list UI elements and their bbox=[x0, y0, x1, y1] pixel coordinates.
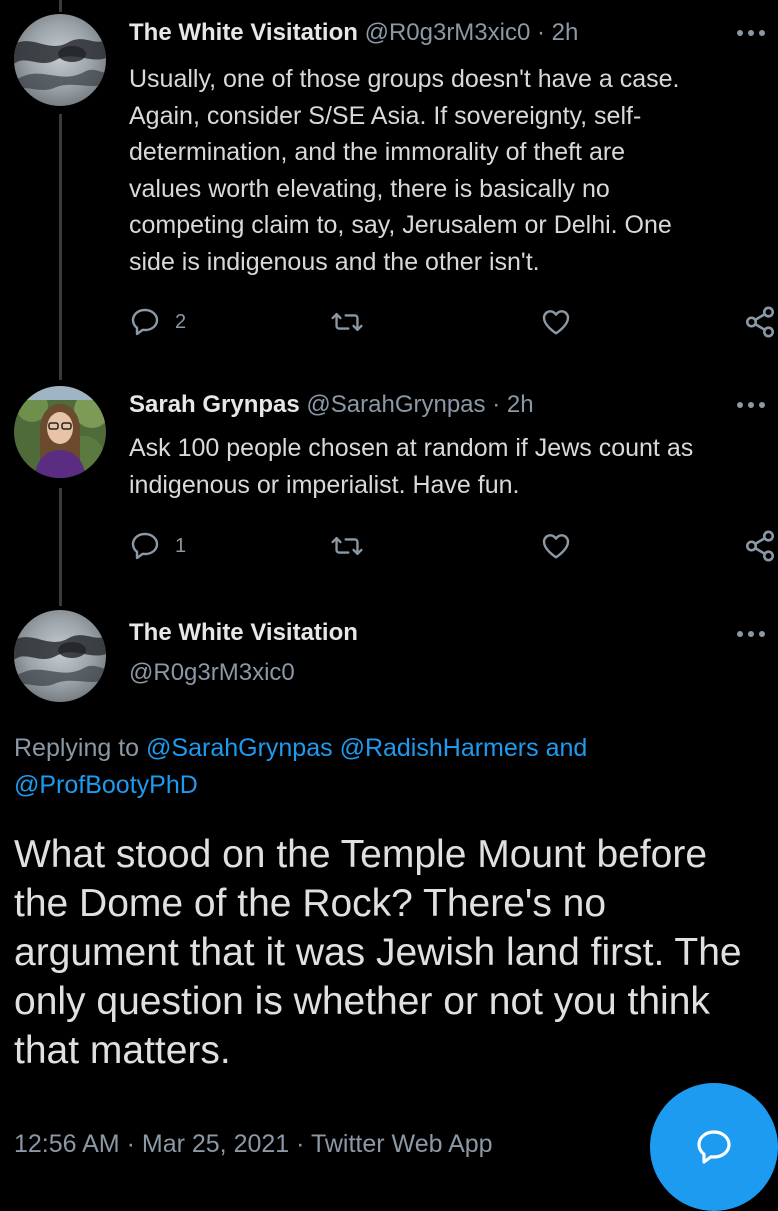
separator: · bbox=[296, 1130, 305, 1158]
retweet-button[interactable] bbox=[330, 302, 364, 342]
tweet-actions: 2 bbox=[129, 302, 778, 342]
retweet-icon bbox=[331, 536, 363, 556]
share-button[interactable] bbox=[743, 302, 777, 342]
tweet-header: The White Visitation @R0g3rM3xic0 · 2h bbox=[129, 18, 578, 48]
reply-icon bbox=[131, 308, 159, 336]
ellipsis-icon bbox=[737, 631, 765, 637]
tweet-time[interactable]: 12:56 AM bbox=[14, 1130, 120, 1158]
ellipsis-icon bbox=[737, 402, 765, 408]
tweet-text: Usually, one of those groups doesn't hav… bbox=[129, 65, 680, 276]
reply-count: 2 bbox=[175, 310, 187, 333]
like-button[interactable] bbox=[539, 526, 573, 566]
main-tweet-text: What stood on the Temple Mount before th… bbox=[14, 833, 742, 1072]
tweet-text: Ask 100 people chosen at random if Jews … bbox=[129, 434, 694, 499]
mention-and[interactable]: and bbox=[546, 734, 588, 762]
author-handle[interactable]: @R0g3rM3xic0 bbox=[365, 19, 531, 46]
tweet-time[interactable]: 2h bbox=[507, 391, 534, 418]
reply-icon bbox=[131, 532, 159, 560]
speech-bubble-icon bbox=[697, 1130, 731, 1164]
separator: · bbox=[126, 1130, 135, 1158]
tweet-header: Sarah Grynpas @SarahGrynpas · 2h bbox=[129, 390, 534, 420]
reply-button[interactable]: 2 bbox=[129, 302, 186, 342]
more-options-button[interactable] bbox=[733, 26, 769, 40]
tweet-meta: 12:56 AM · Mar 25, 2021 · Twitter Web Ap… bbox=[14, 1126, 493, 1162]
cloudy-sky-avatar-icon bbox=[14, 610, 106, 702]
thread-line-2 bbox=[59, 488, 62, 606]
reply-button[interactable]: 1 bbox=[129, 526, 186, 566]
tweet-date[interactable]: Mar 25, 2021 bbox=[142, 1130, 289, 1158]
heart-icon bbox=[542, 310, 570, 335]
person-photo-avatar-icon bbox=[14, 386, 106, 478]
reply-count: 1 bbox=[175, 534, 187, 557]
heart-icon bbox=[542, 534, 570, 559]
avatar[interactable] bbox=[14, 14, 106, 106]
thread-line-1 bbox=[59, 114, 62, 380]
separator: · bbox=[537, 19, 545, 46]
author-name[interactable]: The White Visitation bbox=[129, 617, 358, 649]
mention-link[interactable]: @ProfBootyPhD bbox=[14, 771, 198, 799]
author-handle[interactable]: @SarahGrynpas bbox=[306, 391, 485, 418]
share-button[interactable] bbox=[743, 526, 777, 566]
author-handle[interactable]: @R0g3rM3xic0 bbox=[129, 657, 295, 689]
ellipsis-icon bbox=[737, 30, 765, 36]
mention-link[interactable]: @SarahGrynpas bbox=[146, 734, 333, 762]
separator: · bbox=[492, 391, 501, 418]
tweet-actions: 1 bbox=[129, 526, 778, 566]
author-name[interactable]: Sarah Grynpas bbox=[129, 391, 300, 418]
more-options-button[interactable] bbox=[733, 398, 769, 412]
replying-prefix: Replying to bbox=[14, 734, 140, 762]
replying-to: Replying to @SarahGrynpas @RadishHarmers… bbox=[14, 730, 714, 804]
mention-link[interactable]: @RadishHarmers bbox=[340, 734, 539, 762]
tweet-source[interactable]: Twitter Web App bbox=[311, 1130, 493, 1158]
share-icon bbox=[745, 306, 775, 338]
retweet-icon bbox=[331, 312, 363, 332]
retweet-button[interactable] bbox=[330, 526, 364, 566]
tweet-time[interactable]: 2h bbox=[552, 19, 579, 46]
cloudy-sky-avatar-icon bbox=[14, 14, 106, 106]
avatar[interactable] bbox=[14, 386, 106, 478]
like-button[interactable] bbox=[539, 302, 573, 342]
more-options-button[interactable] bbox=[733, 627, 769, 641]
share-icon bbox=[745, 530, 775, 562]
compose-reply-button[interactable] bbox=[650, 1083, 778, 1211]
thread-line-top bbox=[59, 0, 62, 12]
author-name[interactable]: The White Visitation bbox=[129, 19, 358, 46]
avatar[interactable] bbox=[14, 610, 106, 702]
